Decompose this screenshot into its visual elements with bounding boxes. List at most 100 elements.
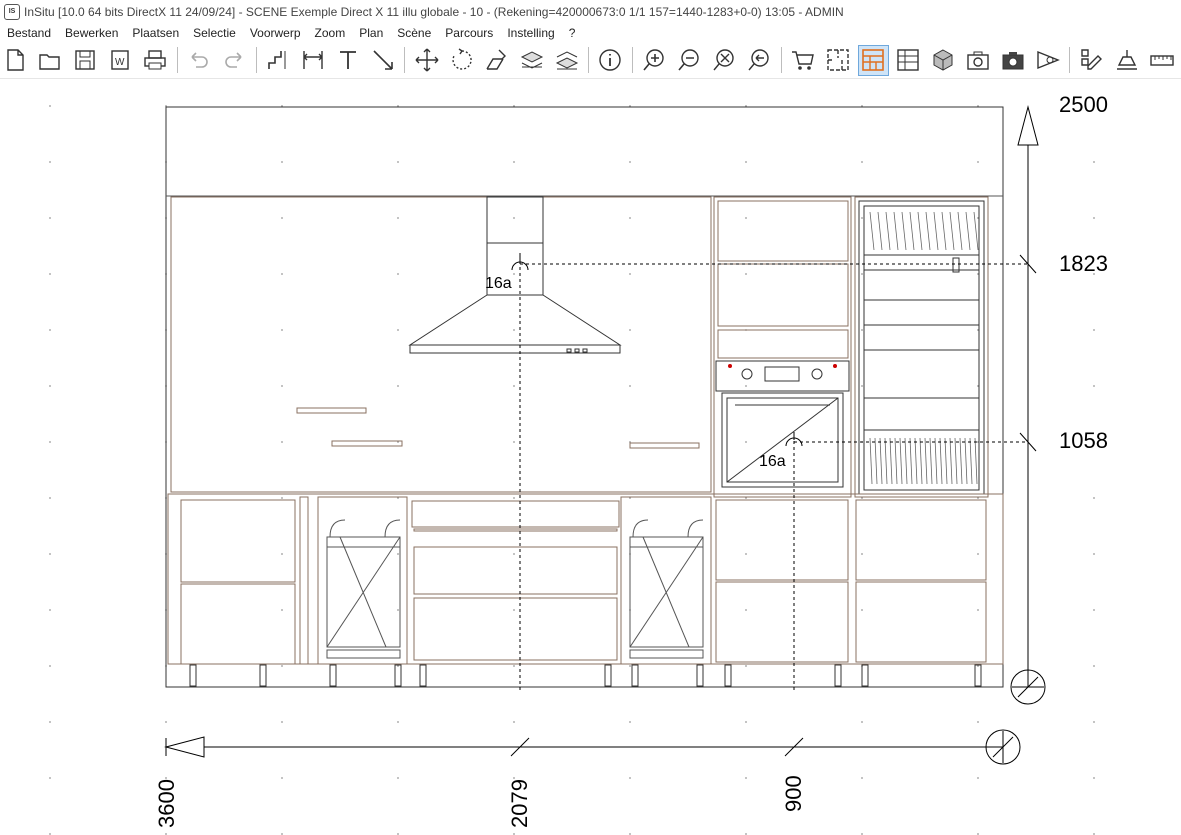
rack-tine: [974, 437, 978, 485]
snap-dot: [1093, 329, 1095, 331]
rack-tine: [919, 437, 923, 485]
wall-shelves: [296, 407, 700, 449]
toolbar-separator: [588, 47, 589, 73]
snap-dot: [977, 609, 979, 611]
transform-icon[interactable]: [481, 45, 512, 76]
menu-voorwerp[interactable]: Voorwerp: [243, 26, 308, 40]
snap-dot: [745, 385, 747, 387]
layer-down-icon[interactable]: [516, 45, 547, 76]
snap-dot: [49, 273, 51, 275]
rotate-icon[interactable]: [446, 45, 477, 76]
height-label-low: 1058: [1059, 428, 1108, 453]
cabinet-leg: [974, 664, 982, 687]
snap-dot: [1093, 217, 1095, 219]
snap-dot: [861, 217, 863, 219]
undo-icon[interactable]: [184, 45, 215, 76]
snap-dot: [165, 721, 167, 723]
text-icon[interactable]: [332, 45, 363, 76]
menu-parcours[interactable]: Parcours: [438, 26, 500, 40]
base-cabinets[interactable]: [167, 493, 1004, 665]
snap-dot: [861, 161, 863, 163]
basket-wire: [893, 211, 899, 251]
elevation-drawing[interactable]: 16a 16a 2500 1823 1058 3600 2079 900: [0, 79, 1181, 835]
eye-view-icon[interactable]: [1032, 45, 1063, 76]
plan-view-icon[interactable]: [823, 45, 854, 76]
snap-dot: [397, 721, 399, 723]
camera-icon[interactable]: [962, 45, 993, 76]
layer-up-icon[interactable]: [551, 45, 582, 76]
elevation-view-icon[interactable]: [857, 44, 889, 76]
snap-dot: [513, 497, 515, 499]
cooker-hood[interactable]: [408, 196, 622, 354]
reference-marks: [511, 253, 803, 447]
elevation-canvas[interactable]: 16a 16a 2500 1823 1058 3600 2079 900: [0, 79, 1181, 835]
menu-plaatsen[interactable]: Plaatsen: [125, 26, 186, 40]
height-dimension: [1010, 105, 1046, 705]
toolbar-separator: [1069, 47, 1071, 73]
height-label-top: 2500: [1059, 92, 1108, 117]
item-label-oven: 16a: [759, 453, 786, 470]
snap-dot: [629, 665, 631, 667]
snap-dot: [397, 217, 399, 219]
zoom-in-icon[interactable]: [639, 45, 670, 76]
snap-dot: [513, 609, 515, 611]
basket-wire: [917, 211, 923, 251]
photo-icon[interactable]: [997, 45, 1028, 76]
cart-icon[interactable]: [788, 45, 819, 76]
zoom-fit-icon[interactable]: [709, 45, 740, 76]
menu-scene[interactable]: Scène: [390, 26, 438, 40]
snap-dot: [1093, 385, 1095, 387]
rack-tine: [894, 437, 898, 485]
stair-dimension-icon[interactable]: [263, 45, 294, 76]
pull-out-baskets[interactable]: [326, 519, 704, 659]
basket-wire: [941, 211, 947, 251]
width-dimension-icon[interactable]: [298, 45, 329, 76]
upper-cabinets[interactable]: [170, 196, 989, 498]
snap-dot: [513, 553, 515, 555]
rack-tine: [884, 437, 888, 485]
rack-tine: [949, 437, 953, 485]
menu-instelling[interactable]: Instelling: [500, 26, 561, 40]
move-icon[interactable]: [411, 45, 442, 76]
arrow-icon[interactable]: [367, 45, 398, 76]
cabinet-leg: [631, 664, 639, 687]
3d-box-icon[interactable]: [927, 45, 958, 76]
width-label-mid: 2079: [507, 779, 532, 828]
snap-dot: [513, 665, 515, 667]
zoom-previous-icon[interactable]: [744, 45, 775, 76]
width-dimension: [164, 729, 1021, 765]
snap-dot: [49, 777, 51, 779]
menu-zoom[interactable]: Zoom: [308, 26, 353, 40]
word-export-icon[interactable]: W: [105, 45, 136, 76]
cabinet-leg: [724, 664, 732, 687]
rack-tine: [914, 437, 918, 485]
properties-icon[interactable]: [1076, 45, 1107, 76]
rack-tine: [904, 437, 908, 485]
info-icon[interactable]: [595, 45, 626, 76]
zoom-out-icon[interactable]: [674, 45, 705, 76]
title-bar: IS InSitu [10.0 64 bits DirectX 11 24/09…: [0, 0, 1181, 23]
menu-bewerken[interactable]: Bewerken: [58, 26, 125, 40]
snap-dot: [629, 385, 631, 387]
list-view-icon[interactable]: [893, 45, 924, 76]
menu-selectie[interactable]: Selectie: [186, 26, 243, 40]
app-logo: IS: [4, 3, 20, 20]
wall-outline: [165, 106, 1004, 688]
print-icon[interactable]: [140, 45, 171, 76]
snap-dot: [49, 497, 51, 499]
snap-dot: [745, 161, 747, 163]
menu-help[interactable]: ?: [562, 26, 583, 40]
snap-dot: [745, 553, 747, 555]
item-label-hood: 16a: [485, 275, 512, 292]
menu-plan[interactable]: Plan: [352, 26, 390, 40]
snap-dot: [861, 385, 863, 387]
menu-bestand[interactable]: Bestand: [0, 26, 58, 40]
light-icon[interactable]: [1111, 45, 1142, 76]
snap-dot: [281, 161, 283, 163]
ruler-icon[interactable]: [1146, 45, 1177, 76]
open-folder-icon[interactable]: [35, 45, 66, 76]
new-file-icon[interactable]: [0, 45, 31, 76]
save-icon[interactable]: [70, 45, 101, 76]
redo-icon[interactable]: [219, 45, 250, 76]
snap-dot: [629, 217, 631, 219]
